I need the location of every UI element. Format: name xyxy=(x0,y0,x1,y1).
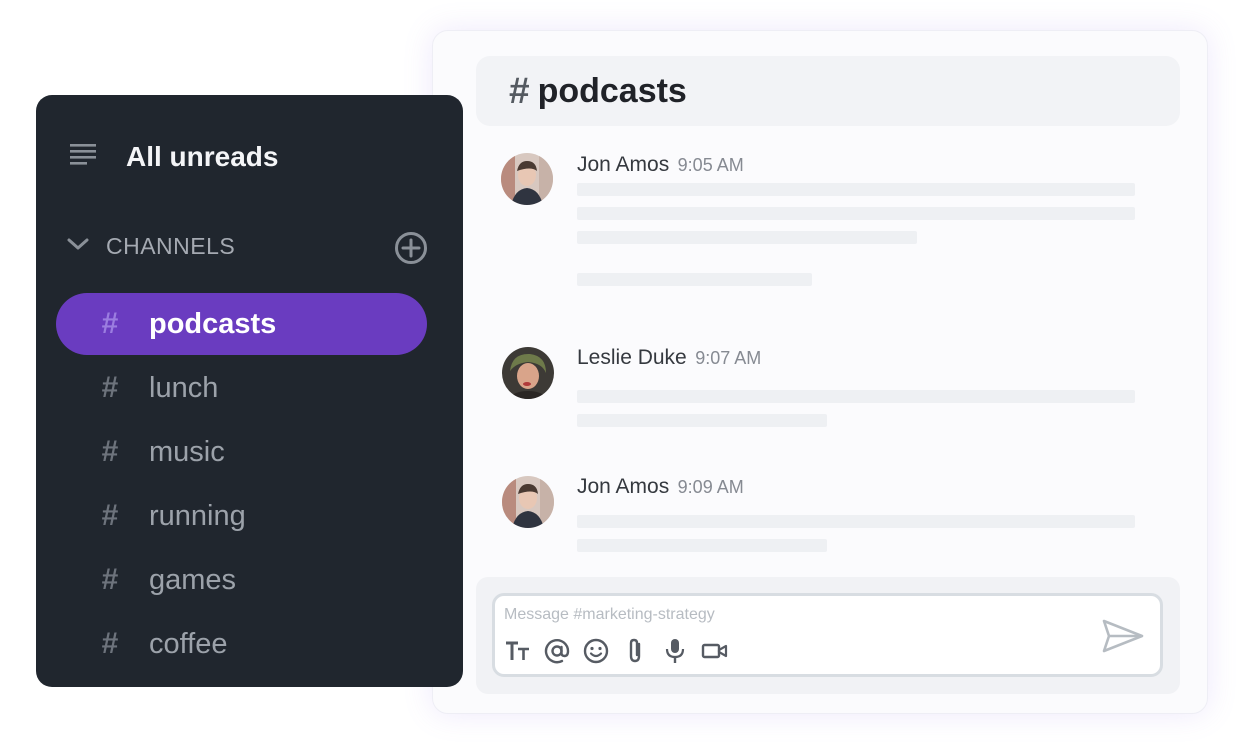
all-unreads-item[interactable]: All unreads xyxy=(70,141,278,173)
avatar[interactable] xyxy=(501,153,553,205)
message: Leslie Duke 9:07 AM xyxy=(501,344,1151,434)
hash-icon: # xyxy=(101,627,119,660)
message-time: 9:07 AM xyxy=(695,348,762,368)
message-header: Leslie Duke 9:07 AM xyxy=(577,346,761,370)
hash-icon: # xyxy=(101,371,119,404)
channel-name: games xyxy=(149,563,237,596)
message-time: 9:09 AM xyxy=(677,477,744,497)
message: Jon Amos 9:05 AM xyxy=(501,153,1151,293)
message-text-placeholder xyxy=(577,539,827,552)
channel-name: running xyxy=(149,499,246,532)
avatar[interactable] xyxy=(502,476,554,528)
message-input[interactable]: Message #marketing-strategy xyxy=(492,593,1163,677)
channel-item-podcasts[interactable]: # podcasts xyxy=(56,293,427,355)
message-text-placeholder xyxy=(577,183,1135,196)
channel-item-lunch[interactable]: # lunch xyxy=(56,357,427,419)
hash-icon: # xyxy=(101,563,119,596)
video-icon[interactable] xyxy=(700,636,730,666)
mention-icon[interactable] xyxy=(542,636,572,666)
channel-item-games[interactable]: # games xyxy=(56,549,427,611)
channel-name: podcasts xyxy=(149,307,277,340)
message-time: 9:05 AM xyxy=(677,155,744,175)
avatar[interactable] xyxy=(502,347,554,399)
text-format-icon[interactable] xyxy=(503,636,533,666)
attachment-icon[interactable] xyxy=(620,636,650,666)
message-text-placeholder xyxy=(577,414,827,427)
channels-section-toggle[interactable]: CHANNELS xyxy=(66,233,235,260)
plus-circle-icon[interactable] xyxy=(394,231,428,265)
message-text-placeholder xyxy=(577,207,1135,220)
chat-window: # podcasts Jon Amos 9:05 AM Leslie Duke … xyxy=(432,30,1208,714)
author-name[interactable]: Leslie Duke xyxy=(577,346,687,369)
channel-item-music[interactable]: # music xyxy=(56,421,427,483)
message-text-placeholder xyxy=(577,231,917,244)
message-header: Jon Amos 9:09 AM xyxy=(577,475,744,499)
channel-header: # podcasts xyxy=(476,56,1180,126)
channel-name: coffee xyxy=(149,627,228,660)
channel-item-coffee[interactable]: # coffee xyxy=(56,613,427,675)
list-lines-icon xyxy=(70,142,98,173)
channels-header: CHANNELS xyxy=(106,233,236,259)
message-text-placeholder xyxy=(577,390,1135,403)
all-unreads-label: All unreads xyxy=(126,141,279,172)
message-text-placeholder xyxy=(577,515,1135,528)
chevron-down-icon xyxy=(66,236,90,257)
author-name[interactable]: Jon Amos xyxy=(577,475,669,498)
channel-name: music xyxy=(149,435,225,468)
message-header: Jon Amos 9:05 AM xyxy=(577,153,744,177)
channel-name: lunch xyxy=(149,371,219,404)
channel-title: podcasts xyxy=(537,71,687,110)
message: Jon Amos 9:09 AM xyxy=(501,475,1151,565)
microphone-icon[interactable] xyxy=(660,636,690,666)
emoji-icon[interactable] xyxy=(581,636,611,666)
sidebar: All unreads CHANNELS # podcasts # lunch … xyxy=(36,95,463,687)
hash-icon: # xyxy=(101,307,119,340)
message-text-placeholder xyxy=(577,273,812,286)
channel-item-running[interactable]: # running xyxy=(56,485,427,547)
channel-hash-icon: # xyxy=(509,70,530,111)
author-name[interactable]: Jon Amos xyxy=(577,153,669,176)
hash-icon: # xyxy=(101,435,119,468)
hash-icon: # xyxy=(101,499,119,532)
send-icon[interactable] xyxy=(1100,616,1146,656)
message-input-placeholder: Message #marketing-strategy xyxy=(504,606,715,623)
composer-area: Message #marketing-strategy xyxy=(476,577,1180,694)
